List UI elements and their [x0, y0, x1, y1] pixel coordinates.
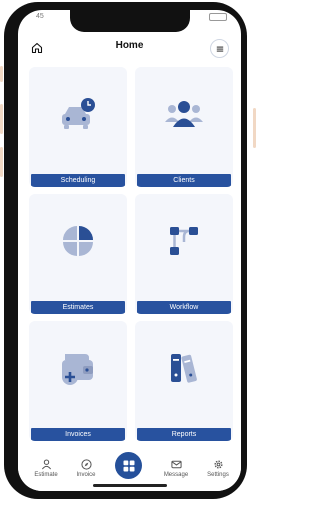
wallet-add-icon [62, 354, 93, 385]
workflow-icon [170, 227, 198, 255]
card-workflow[interactable]: Workflow [135, 194, 233, 314]
app-screen: 45 Home Scheduling Clients Estimates Wor… [18, 10, 241, 491]
nav-settings[interactable]: Settings [201, 458, 235, 478]
bottom-nav: Estimate Invoice Message Settings [18, 450, 241, 491]
battery-icon [209, 13, 227, 21]
phone-frame: 45 Home Scheduling Clients Estimates Wor… [4, 2, 247, 499]
notch [69, 10, 190, 32]
nav-label: Message [163, 472, 189, 478]
side-button [0, 147, 3, 177]
card-reports[interactable]: Reports [135, 321, 233, 441]
person-icon [41, 459, 51, 469]
users-icon [165, 101, 203, 127]
card-label: Scheduling [31, 174, 125, 187]
binders-icon [171, 354, 197, 383]
app-header: Home [18, 34, 241, 64]
home-indicator [92, 484, 167, 487]
nav-message[interactable]: Message [159, 458, 193, 478]
card-label: Clients [137, 174, 231, 187]
card-label: Estimates [31, 301, 125, 314]
pie-chart-icon [63, 226, 93, 256]
side-button [0, 66, 3, 82]
card-clients[interactable]: Clients [135, 67, 233, 187]
nav-label: Invoice [76, 472, 96, 478]
nav-estimate[interactable]: Estimate [29, 458, 63, 478]
hamburger-icon [216, 46, 223, 52]
card-scheduling[interactable]: Scheduling [29, 67, 127, 187]
gear-icon [213, 459, 223, 469]
nav-label: Settings [207, 472, 229, 478]
home-grid-button[interactable] [115, 452, 142, 479]
grid-icon [123, 460, 134, 471]
card-label: Invoices [31, 428, 125, 441]
side-button [0, 104, 3, 134]
page-title: Home [115, 40, 144, 51]
mail-icon [170, 460, 182, 468]
side-button [253, 108, 256, 148]
nav-invoice[interactable]: Invoice [69, 458, 103, 478]
status-time: 45 [36, 13, 44, 20]
compass-icon [80, 458, 92, 470]
card-estimates[interactable]: Estimates [29, 194, 127, 314]
menu-button[interactable] [210, 39, 229, 58]
card-invoices[interactable]: Invoices [29, 321, 127, 441]
card-label: Reports [137, 428, 231, 441]
nav-label: Estimate [34, 472, 58, 478]
car-clock-icon [62, 98, 95, 129]
card-label: Workflow [137, 301, 231, 314]
